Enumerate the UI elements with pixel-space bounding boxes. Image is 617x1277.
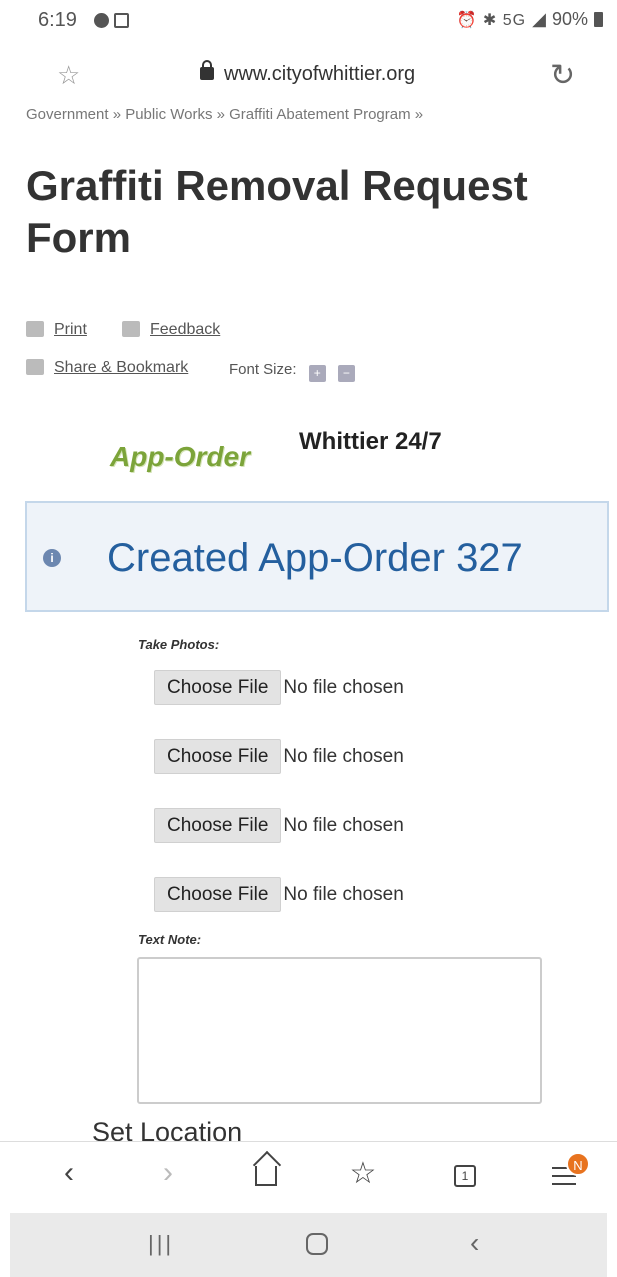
messages-icon bbox=[94, 13, 109, 28]
choose-file-button[interactable]: Choose File bbox=[154, 877, 282, 912]
status-bar: 6:19 ⏰ ✱ 5G ◢ 90% bbox=[0, 0, 617, 42]
reload-icon[interactable]: ↻ bbox=[550, 58, 575, 93]
choose-file-button[interactable]: Choose File bbox=[154, 670, 282, 705]
file-input-3[interactable]: Choose File No file chosen bbox=[154, 808, 404, 843]
system-home-icon[interactable] bbox=[306, 1233, 328, 1255]
comment-icon bbox=[122, 321, 140, 337]
printer-icon bbox=[26, 321, 44, 337]
forward-icon[interactable]: › bbox=[148, 1156, 188, 1190]
battery-icon bbox=[594, 12, 603, 27]
file-input-2[interactable]: Choose File No file chosen bbox=[154, 739, 404, 774]
choose-file-button[interactable]: Choose File bbox=[154, 739, 282, 774]
file-status: No file chosen bbox=[283, 676, 404, 698]
url-text[interactable]: www.cityofwhittier.org bbox=[224, 63, 415, 86]
back-icon[interactable]: ‹ bbox=[49, 1156, 89, 1190]
file-status: No file chosen bbox=[283, 883, 404, 905]
file-status: No file chosen bbox=[283, 745, 404, 767]
system-status-icons: ⏰ ✱ 5G bbox=[456, 11, 527, 29]
feedback-label[interactable]: Feedback bbox=[150, 321, 220, 338]
signal-icon: ◢ bbox=[532, 9, 546, 29]
notice-text: Created App-Order 327 bbox=[107, 536, 523, 580]
page-title: Graffiti Removal Request Form bbox=[26, 162, 528, 261]
file-input-4[interactable]: Choose File No file chosen bbox=[154, 877, 404, 912]
breadcrumb[interactable]: Government » Public Works » Graffiti Aba… bbox=[26, 106, 423, 123]
lock-icon bbox=[200, 60, 214, 80]
print-label[interactable]: Print bbox=[54, 321, 87, 338]
battery-level: 90% bbox=[551, 9, 588, 29]
font-size-control: Font Size: + − bbox=[229, 361, 355, 382]
feedback-link[interactable]: Feedback bbox=[122, 321, 220, 339]
info-icon: i bbox=[43, 549, 61, 567]
status-right: ⏰ ✱ 5G ◢ 90% bbox=[457, 9, 603, 30]
share-icon bbox=[26, 359, 44, 375]
text-note-textarea[interactable] bbox=[137, 957, 542, 1104]
file-input-1[interactable]: Choose File No file chosen bbox=[154, 670, 404, 705]
app-subtitle: Whittier 24/7 bbox=[299, 428, 442, 455]
gallery-icon bbox=[114, 13, 129, 28]
font-increase-button[interactable]: + bbox=[308, 365, 326, 382]
photos-label: Take Photos: bbox=[138, 637, 220, 652]
url-bar[interactable]: ☆ www.cityofwhittier.org ↻ bbox=[0, 50, 617, 102]
share-label[interactable]: Share & Bookmark bbox=[54, 359, 188, 376]
system-back-icon[interactable]: ‹ bbox=[470, 1227, 479, 1259]
bookmarks-icon[interactable]: ☆ bbox=[343, 1156, 383, 1191]
print-link[interactable]: Print bbox=[26, 321, 87, 339]
share-bookmark-link[interactable]: Share & Bookmark bbox=[26, 359, 188, 377]
text-note-label: Text Note: bbox=[138, 932, 202, 947]
choose-file-button[interactable]: Choose File bbox=[154, 808, 282, 843]
font-decrease-button[interactable]: − bbox=[337, 365, 355, 382]
system-nav-bar: ||| ‹ bbox=[10, 1213, 607, 1277]
status-time: 6:19 bbox=[38, 9, 77, 31]
recent-apps-icon[interactable]: ||| bbox=[148, 1231, 174, 1257]
bookmark-star-icon[interactable]: ☆ bbox=[57, 60, 80, 91]
notice-box: i Created App-Order 327 bbox=[25, 501, 609, 612]
tabs-icon[interactable]: 1 bbox=[454, 1165, 476, 1187]
home-icon[interactable] bbox=[255, 1166, 277, 1186]
file-status: No file chosen bbox=[283, 814, 404, 836]
app-order-logo: App-Order bbox=[110, 441, 250, 472]
browser-toolbar: ‹ › ☆ 1 N bbox=[0, 1141, 617, 1213]
font-size-label: Font Size: bbox=[229, 361, 297, 378]
notification-badge: N bbox=[566, 1152, 590, 1176]
